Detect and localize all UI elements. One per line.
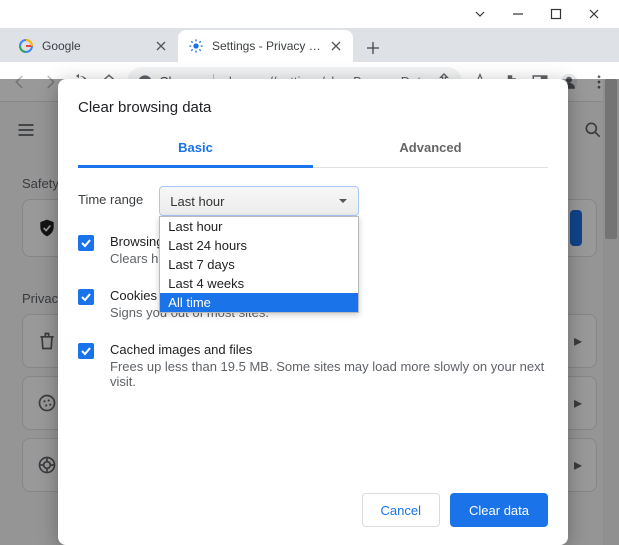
time-range-select[interactable]: Last hour Last hour Last 24 hours Last 7… xyxy=(159,186,359,216)
chevron-down-icon xyxy=(338,194,348,209)
dialog-tabs: Basic Advanced xyxy=(78,130,548,168)
window-minimize-button[interactable] xyxy=(511,7,525,21)
clear-browsing-data-dialog: Clear browsing data Basic Advanced Time … xyxy=(58,79,568,545)
tab-close-button[interactable] xyxy=(154,39,168,53)
item-subtitle: Frees up less than 19.5 MB. Some sites m… xyxy=(110,359,548,389)
clear-data-button[interactable]: Clear data xyxy=(450,493,548,527)
tab-label: Settings - Privacy and security xyxy=(212,39,321,53)
dialog-body: Time range Last hour Last hour Last 24 h… xyxy=(58,168,568,481)
checkbox-row-cache: Cached images and files Frees up less th… xyxy=(78,342,548,389)
browser-tab-settings[interactable]: Settings - Privacy and security xyxy=(178,30,353,62)
checkbox-cache[interactable] xyxy=(78,343,94,359)
dialog-footer: Cancel Clear data xyxy=(58,481,568,545)
dropdown-option[interactable]: All time xyxy=(160,293,358,312)
checkbox-browsing-history[interactable] xyxy=(78,235,94,251)
window-titlebar xyxy=(0,0,619,28)
time-range-dropdown: Last hour Last 24 hours Last 7 days Last… xyxy=(159,216,359,313)
window-caret-icon[interactable] xyxy=(473,7,487,21)
browser-tab-google[interactable]: Google xyxy=(8,30,178,62)
dropdown-option[interactable]: Last 7 days xyxy=(160,255,358,274)
item-title: Cached images and files xyxy=(110,342,548,357)
window-close-button[interactable] xyxy=(587,7,601,21)
dropdown-option[interactable]: Last hour xyxy=(160,217,358,236)
cancel-button[interactable]: Cancel xyxy=(362,493,440,527)
window-maximize-button[interactable] xyxy=(549,7,563,21)
new-tab-button[interactable] xyxy=(359,34,387,62)
tab-close-button[interactable] xyxy=(329,39,343,53)
tab-strip: Google Settings - Privacy and security xyxy=(0,28,619,62)
select-value: Last hour xyxy=(170,194,224,209)
tab-advanced[interactable]: Advanced xyxy=(313,130,548,167)
checkbox-cookies[interactable] xyxy=(78,289,94,305)
dropdown-option[interactable]: Last 24 hours xyxy=(160,236,358,255)
dropdown-option[interactable]: Last 4 weeks xyxy=(160,274,358,293)
tab-label: Google xyxy=(42,39,146,53)
time-range-label: Time range xyxy=(78,186,143,207)
tab-basic[interactable]: Basic xyxy=(78,130,313,168)
dialog-title: Clear browsing data xyxy=(58,79,568,130)
favicon-google xyxy=(18,38,34,54)
favicon-settings xyxy=(188,38,204,54)
